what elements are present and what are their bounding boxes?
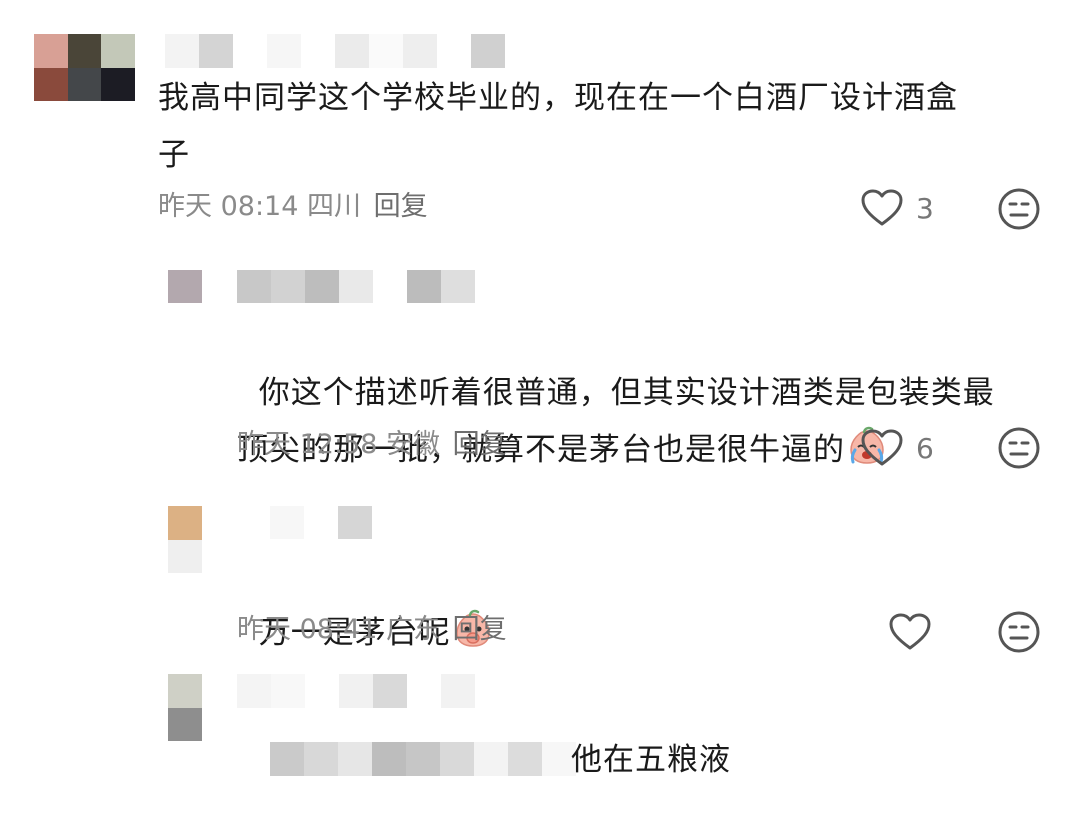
comment-time: 08:41	[299, 614, 378, 645]
heart-outline-icon	[861, 429, 903, 466]
like-button[interactable]: 3	[860, 188, 934, 228]
comment-text: 我高中同学这个学校毕业的，现在在一个白酒厂设计酒盒 子	[158, 80, 958, 173]
comment-meta: 昨天 08:41 广东 回复	[237, 613, 507, 647]
username-mosaic[interactable]	[237, 674, 475, 708]
heart-outline-icon	[889, 613, 931, 650]
like-button[interactable]: 6	[860, 428, 934, 468]
comment-date: 昨天	[237, 429, 291, 460]
heart-outline-icon	[861, 189, 903, 226]
reply-button[interactable]: 回复	[453, 614, 507, 645]
avatar[interactable]	[168, 674, 202, 741]
username-mosaic[interactable]	[165, 34, 505, 68]
avatar[interactable]	[34, 34, 135, 101]
reply-target-mosaic[interactable]	[270, 742, 576, 776]
neutral-face-icon[interactable]	[997, 610, 1041, 654]
comment-time: 12:58	[299, 429, 378, 460]
reply-button[interactable]: 回复	[374, 191, 428, 222]
comment-meta: 昨天 08:14 四川 回复	[158, 190, 428, 224]
comment-location: 安徽	[386, 429, 440, 460]
like-button[interactable]	[888, 612, 944, 652]
comment-location: 四川	[307, 191, 361, 222]
neutral-face-icon[interactable]	[997, 426, 1041, 470]
neutral-face-icon[interactable]	[997, 187, 1041, 231]
avatar[interactable]	[168, 506, 202, 573]
comment-location: 广东	[386, 614, 440, 645]
reply-button[interactable]: 回复	[453, 429, 507, 460]
username-mosaic[interactable]	[270, 506, 372, 539]
avatar[interactable]	[168, 270, 202, 303]
comment-time: 08:14	[220, 191, 299, 222]
like-count: 6	[916, 431, 934, 465]
comment-text: 他在五粮液	[571, 742, 731, 778]
username-mosaic[interactable]	[237, 270, 475, 303]
comment-date: 昨天	[237, 614, 291, 645]
like-count: 3	[916, 191, 934, 225]
comment-date: 昨天	[158, 191, 212, 222]
comment-meta: 昨天 12:58 安徽 回复	[237, 428, 507, 462]
